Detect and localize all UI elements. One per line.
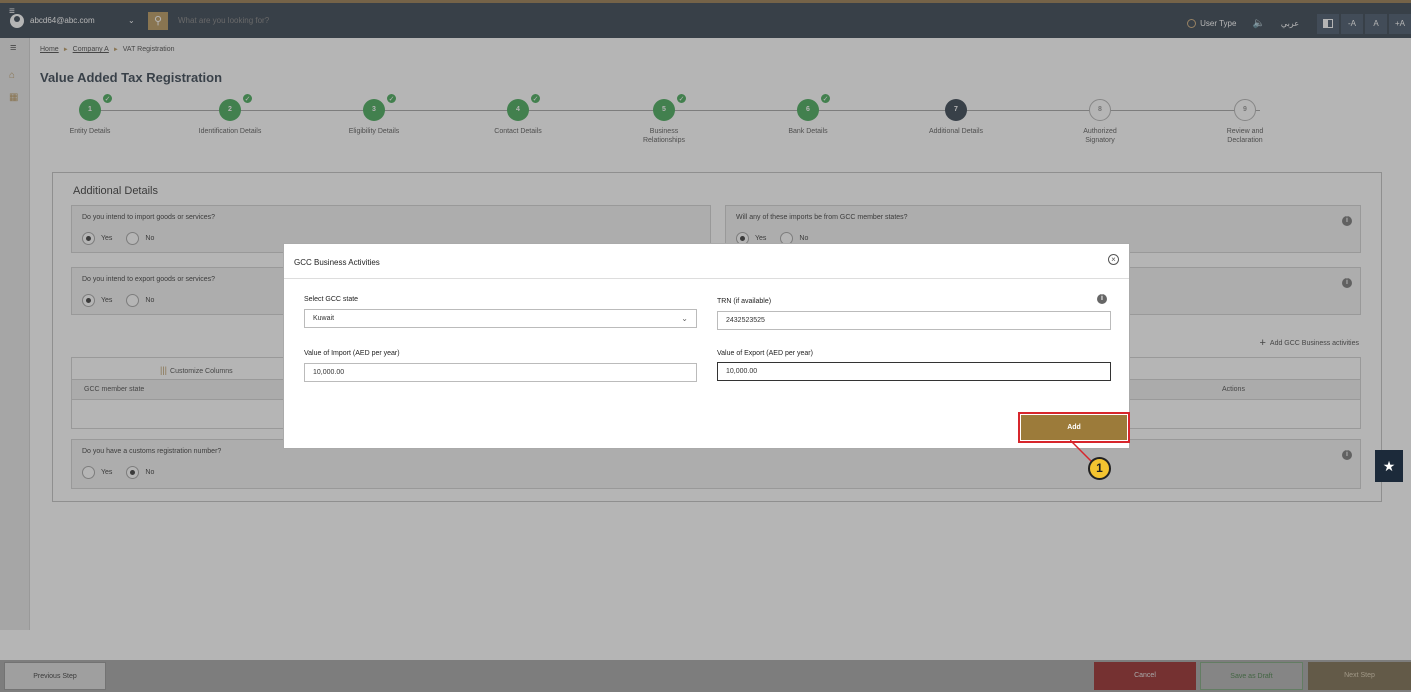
callout-marker: 1: [1088, 457, 1111, 480]
export-value-label: Value of Export (AED per year): [717, 350, 813, 357]
import-value-input[interactable]: 10,000.00: [304, 363, 697, 382]
import-value-label: Value of Import (AED per year): [304, 350, 400, 357]
export-value-input[interactable]: 10,000.00: [717, 362, 1111, 381]
info-icon[interactable]: i: [1097, 294, 1107, 304]
star-icon[interactable]: ★: [1375, 450, 1403, 482]
modal-title: GCC Business Activities: [294, 258, 380, 267]
chevron-down-icon: ⌄: [681, 314, 688, 323]
gcc-state-value: Kuwait: [313, 315, 335, 322]
trn-input[interactable]: 2432523525: [717, 311, 1111, 330]
gcc-state-select[interactable]: Kuwait ⌄: [304, 309, 697, 328]
trn-label: TRN (if available): [717, 298, 772, 305]
gcc-business-activities-modal: GCC Business Activities × Select GCC sta…: [283, 243, 1130, 449]
gcc-state-label: Select GCC state: [304, 296, 359, 303]
modal-divider: [284, 278, 1129, 279]
add-button[interactable]: Add: [1018, 412, 1130, 443]
close-icon[interactable]: ×: [1108, 254, 1119, 265]
